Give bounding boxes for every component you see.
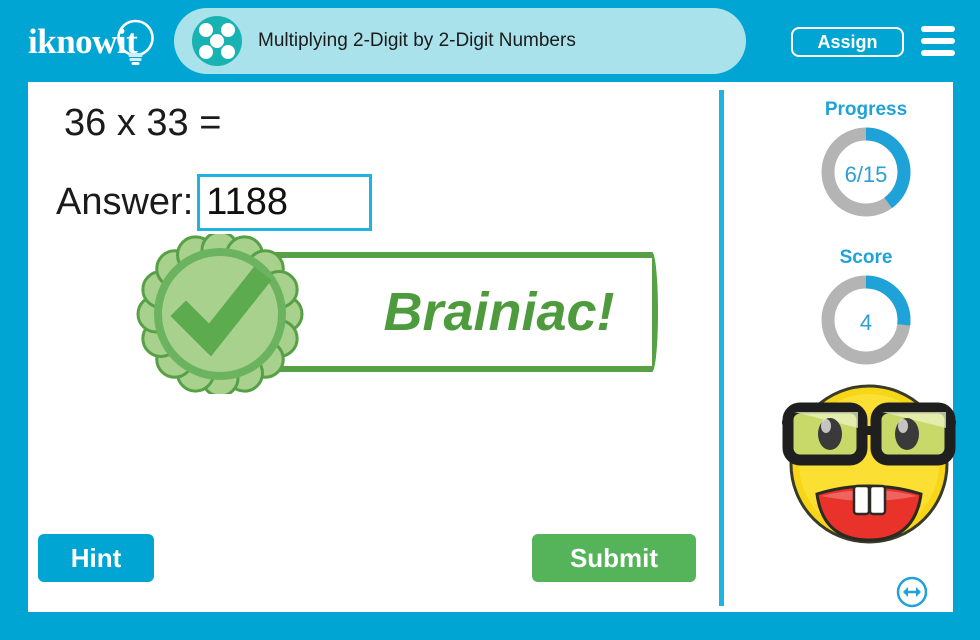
lesson-title-bar: Multiplying 2-Digit by 2-Digit Numbers <box>174 8 746 74</box>
feedback-pill: Brainiac! <box>270 252 658 372</box>
dice-five-dots-icon <box>192 16 242 66</box>
feedback-banner: Brainiac! <box>120 234 668 394</box>
answer-label: Answer: <box>56 181 194 223</box>
submit-button[interactable]: Submit <box>532 534 696 582</box>
iknowit-logo[interactable]: iknowit <box>24 14 172 70</box>
lesson-screen: iknowit Multiplying 2-Digit by 2-Digit N… <box>0 0 980 640</box>
lesson-title: Multiplying 2-Digit by 2-Digit Numbers <box>258 30 576 51</box>
check-rosette-icon <box>136 234 304 394</box>
question-prompt: 36 x 33 = <box>64 102 222 144</box>
lightbulb-icon <box>117 19 154 65</box>
nerd-smiley-icon <box>782 384 956 544</box>
content-panel: 36 x 33 = Answer: Brainiac! Progress 6/1… <box>28 82 956 612</box>
answer-row: Answer: <box>56 174 373 231</box>
feedback-text: Brainiac! <box>383 282 615 342</box>
panel-divider <box>719 90 724 606</box>
score-value: 4 <box>859 310 873 335</box>
progress-value: 6/15 <box>844 162 888 187</box>
progress-label: Progress <box>824 99 908 120</box>
score-label: Score <box>839 247 893 268</box>
app-header: iknowit Multiplying 2-Digit by 2-Digit N… <box>0 0 980 82</box>
hint-button[interactable]: Hint <box>38 534 154 582</box>
resize-arrows-circle-icon[interactable] <box>895 575 929 609</box>
hamburger-menu-icon[interactable] <box>921 26 955 56</box>
answer-input[interactable] <box>197 174 373 231</box>
assign-button[interactable]: Assign <box>791 27 904 57</box>
